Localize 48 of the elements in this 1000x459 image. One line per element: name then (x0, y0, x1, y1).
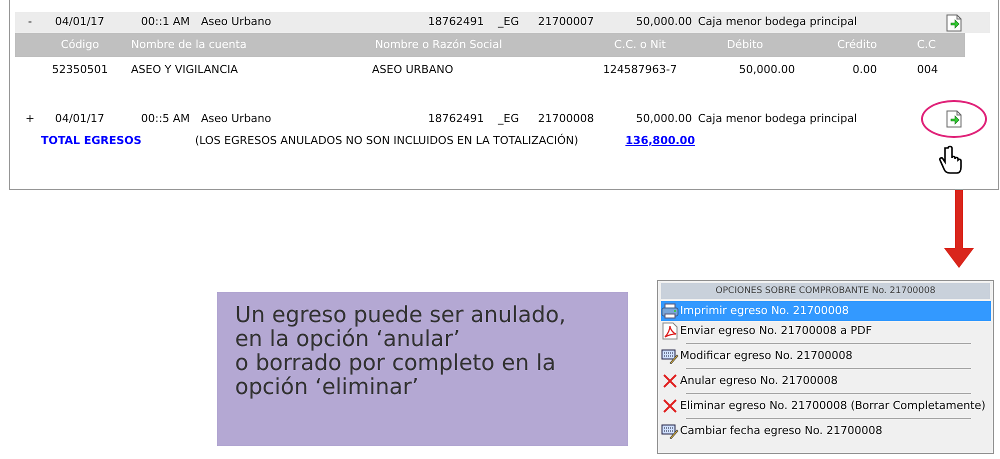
expander-toggle[interactable]: - (15, 14, 45, 31)
type-cell-text: _EG (496, 14, 520, 30)
document-arrow-icon[interactable] (946, 14, 962, 32)
name-cell-text: Aseo Urbano (200, 14, 272, 30)
column-header: Crédito (836, 36, 877, 53)
date-cell-text: 04/01/17 (54, 14, 106, 30)
name-cell-text: Aseo Urbano (200, 110, 272, 127)
detail-cell-text: 124587963-7 (602, 62, 678, 78)
id-cell-text: 18762491 (427, 14, 485, 30)
detail-cell-text: 0.00 (852, 62, 877, 78)
keyboard-pencil-icon (661, 423, 679, 439)
time-cell-text: 00::5 AM (140, 110, 191, 127)
menu-title: OPCIONES SOBRE COMPROBANTE No. 21700008 (661, 283, 990, 299)
column-header: C.C. o Nit (613, 36, 667, 53)
column-header: Débito (726, 36, 764, 53)
concept-cell-text: Caja menor bodega principal (697, 110, 858, 127)
id-cell-text: 18762491 (427, 110, 485, 127)
detail-cell-text: 52350501 (51, 62, 109, 78)
cross-icon (661, 399, 679, 413)
document-arrow-icon[interactable] (946, 110, 962, 128)
detail-cell-text: ASEO Y VIGILANCIA (130, 62, 239, 78)
date-cell-text: 04/01/17 (54, 110, 106, 127)
column-header: Nombre de la cuenta (130, 36, 248, 53)
menu-item[interactable]: Modificar egreso No. 21700008 (661, 346, 991, 366)
column-header: Código (60, 36, 100, 53)
number-cell-text: 21700007 (537, 14, 595, 30)
table-row[interactable]: - 04/01/17 00::1 AM Aseo Urbano 18762491 _EG 21700007 50,000.00 Caja menor bodega principal (15, 12, 990, 33)
detail-cell-text: 004 (916, 62, 939, 78)
cross-icon (661, 374, 679, 388)
amount-cell-text: 50,000.00 (635, 14, 693, 30)
expander-toggle[interactable]: + (15, 110, 45, 128)
keyboard-pencil-icon (661, 348, 679, 364)
menu-item[interactable]: Enviar egreso No. 21700008 a PDF (661, 321, 991, 341)
detail-cell-text: 50,000.00 (738, 62, 795, 78)
callout-text: Un egreso puede ser anulado, en la opción ‘anular’ o borrado por completo en la opción ‘eliminar’ (217, 292, 628, 446)
menu-item[interactable]: Eliminar egreso No. 21700008 (Borrar Completamente) (661, 396, 991, 416)
number-cell-text: 21700008 (537, 110, 595, 127)
concept-cell-text: Caja menor bodega principal (697, 14, 858, 30)
detail-cell-text: ASEO URBANO (371, 62, 454, 78)
amount-cell-text: 50,000.00 (635, 110, 693, 127)
pdf-document-icon (661, 322, 679, 340)
menu-item[interactable]: Anular egreso No. 21700008 (661, 371, 991, 391)
menu-item[interactable]: Cambiar fecha egreso No. 21700008 (661, 421, 991, 441)
printer-icon (661, 303, 679, 319)
type-cell-text: _EG (496, 110, 520, 127)
column-header: Nombre o Razón Social (374, 36, 504, 53)
time-cell-text: 00::1 AM (140, 14, 191, 30)
column-header: C.C (916, 36, 937, 53)
